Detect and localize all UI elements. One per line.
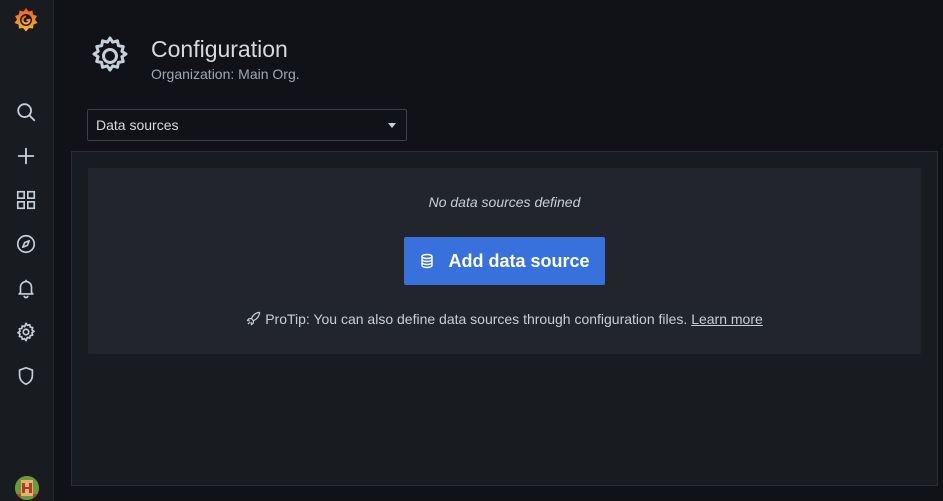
user-avatar[interactable] [15, 476, 39, 500]
protip-text: ProTip: You can also define data sources… [265, 311, 688, 327]
section-select-value: Data sources [96, 117, 179, 133]
configuration-gear-icon[interactable] [14, 320, 38, 344]
grafana-logo-icon[interactable] [12, 6, 40, 34]
cog-icon [88, 34, 132, 78]
plus-icon[interactable] [14, 144, 38, 168]
page-title: Configuration [151, 36, 288, 62]
caret-down-icon [388, 123, 396, 128]
add-data-source-button[interactable]: Add data source [404, 237, 605, 285]
explore-compass-icon[interactable] [14, 232, 38, 256]
page-subtitle: Organization: Main Org. [151, 66, 300, 82]
sidebar [0, 0, 54, 501]
shield-icon[interactable] [14, 364, 38, 388]
protip: ProTip: You can also define data sources… [88, 311, 921, 327]
rocket-icon [247, 311, 261, 326]
database-icon [421, 253, 434, 269]
section-select[interactable]: Data sources [87, 109, 407, 141]
dashboards-icon[interactable] [14, 188, 38, 212]
empty-list-card: No data sources defined Add data source … [88, 168, 921, 354]
learn-more-link[interactable]: Learn more [691, 311, 763, 327]
empty-list-title: No data sources defined [428, 194, 581, 210]
search-icon[interactable] [14, 100, 38, 124]
alert-bell-icon[interactable] [14, 276, 38, 300]
add-data-source-label: Add data source [448, 250, 590, 271]
